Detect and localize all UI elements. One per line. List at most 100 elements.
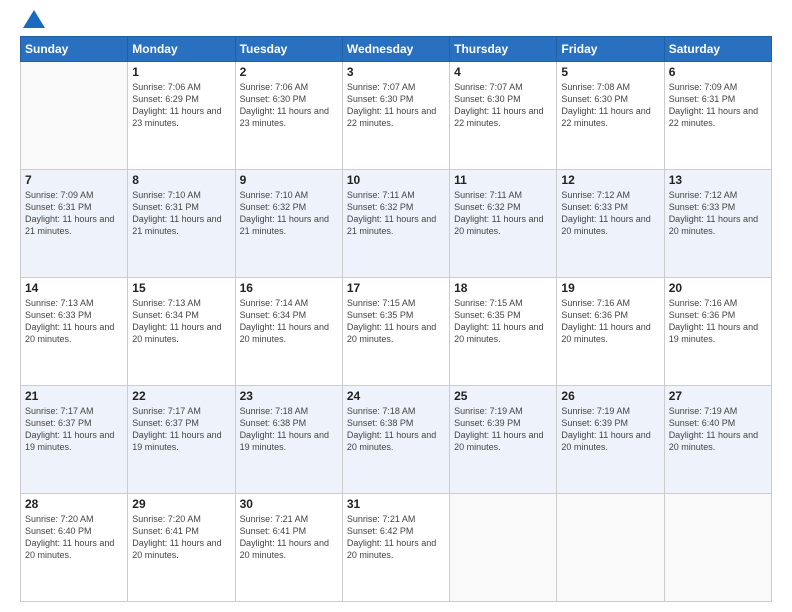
calendar-table: SundayMondayTuesdayWednesdayThursdayFrid… [20,36,772,602]
calendar-cell: 15 Sunrise: 7:13 AMSunset: 6:34 PMDayligh… [128,278,235,386]
day-of-week-header: Monday [128,37,235,62]
day-of-week-header: Friday [557,37,664,62]
day-info: Sunrise: 7:07 AMSunset: 6:30 PMDaylight:… [454,81,552,130]
day-number: 8 [132,173,230,187]
day-info: Sunrise: 7:09 AMSunset: 6:31 PMDaylight:… [669,81,767,130]
day-number: 20 [669,281,767,295]
calendar-cell: 5Sunrise: 7:08 AMSunset: 6:30 PMDaylight… [557,62,664,170]
day-info: Sunrise: 7:14 AMSunset: 6:34 PMDaylight:… [240,297,338,346]
calendar-header-row: SundayMondayTuesdayWednesdayThursdayFrid… [21,37,772,62]
calendar-cell [21,62,128,170]
day-number: 31 [347,497,445,511]
day-number: 21 [25,389,123,403]
day-info: Sunrise: 7:11 AMSunset: 6:32 PMDaylight:… [454,189,552,238]
calendar-cell: 22 Sunrise: 7:17 AMSunset: 6:37 PMDayligh… [128,386,235,494]
day-info: Sunrise: 7:12 AMSunset: 6:33 PMDaylight:… [561,189,659,238]
day-of-week-header: Tuesday [235,37,342,62]
day-number: 12 [561,173,659,187]
day-info: Sunrise: 7:08 AMSunset: 6:30 PMDaylight:… [561,81,659,130]
day-number: 19 [561,281,659,295]
day-number: 30 [240,497,338,511]
calendar-cell: 27 Sunrise: 7:19 AMSunset: 6:40 PMDayligh… [664,386,771,494]
day-number: 22 [132,389,230,403]
calendar-cell: 10 Sunrise: 7:11 AMSunset: 6:32 PMDayligh… [342,170,449,278]
calendar-cell: 1Sunrise: 7:06 AMSunset: 6:29 PMDaylight… [128,62,235,170]
day-info: Sunrise: 7:13 AMSunset: 6:33 PMDaylight:… [25,297,123,346]
day-info: Sunrise: 7:10 AMSunset: 6:31 PMDaylight:… [132,189,230,238]
calendar-cell: 14Sunrise: 7:13 AMSunset: 6:33 PMDayligh… [21,278,128,386]
calendar-cell: 20 Sunrise: 7:16 AMSunset: 6:36 PMDayligh… [664,278,771,386]
calendar-cell [664,494,771,602]
day-info: Sunrise: 7:20 AMSunset: 6:40 PMDaylight:… [25,513,123,562]
day-number: 9 [240,173,338,187]
day-info: Sunrise: 7:17 AMSunset: 6:37 PMDaylight:… [132,405,230,454]
day-number: 13 [669,173,767,187]
day-number: 29 [132,497,230,511]
calendar-cell: 13 Sunrise: 7:12 AMSunset: 6:33 PMDayligh… [664,170,771,278]
day-info: Sunrise: 7:21 AMSunset: 6:42 PMDaylight:… [347,513,445,562]
page: SundayMondayTuesdayWednesdayThursdayFrid… [0,0,792,612]
day-info: Sunrise: 7:19 AMSunset: 6:39 PMDaylight:… [454,405,552,454]
calendar-cell [450,494,557,602]
day-info: Sunrise: 7:21 AMSunset: 6:41 PMDaylight:… [240,513,338,562]
calendar-cell: 7 Sunrise: 7:09 AMSunset: 6:31 PMDaylight… [21,170,128,278]
day-info: Sunrise: 7:15 AMSunset: 6:35 PMDaylight:… [454,297,552,346]
calendar-cell: 19 Sunrise: 7:16 AMSunset: 6:36 PMDayligh… [557,278,664,386]
day-info: Sunrise: 7:19 AMSunset: 6:39 PMDaylight:… [561,405,659,454]
calendar-cell: 6 Sunrise: 7:09 AMSunset: 6:31 PMDaylight… [664,62,771,170]
day-info: Sunrise: 7:09 AMSunset: 6:31 PMDaylight:… [25,189,123,238]
day-info: Sunrise: 7:12 AMSunset: 6:33 PMDaylight:… [669,189,767,238]
calendar-week-row: 7 Sunrise: 7:09 AMSunset: 6:31 PMDaylight… [21,170,772,278]
day-number: 6 [669,65,767,79]
calendar-cell: 21 Sunrise: 7:17 AMSunset: 6:37 PMDayligh… [21,386,128,494]
calendar-cell: 28 Sunrise: 7:20 AMSunset: 6:40 PMDayligh… [21,494,128,602]
day-number: 1 [132,65,230,79]
day-of-week-header: Saturday [664,37,771,62]
calendar-week-row: 28 Sunrise: 7:20 AMSunset: 6:40 PMDayligh… [21,494,772,602]
calendar-cell: 12 Sunrise: 7:12 AMSunset: 6:33 PMDayligh… [557,170,664,278]
day-number: 3 [347,65,445,79]
calendar-cell: 4Sunrise: 7:07 AMSunset: 6:30 PMDaylight… [450,62,557,170]
day-info: Sunrise: 7:11 AMSunset: 6:32 PMDaylight:… [347,189,445,238]
day-info: Sunrise: 7:10 AMSunset: 6:32 PMDaylight:… [240,189,338,238]
logo [20,18,45,28]
day-info: Sunrise: 7:06 AMSunset: 6:30 PMDaylight:… [240,81,338,130]
day-of-week-header: Sunday [21,37,128,62]
day-info: Sunrise: 7:17 AMSunset: 6:37 PMDaylight:… [25,405,123,454]
calendar-cell: 29 Sunrise: 7:20 AMSunset: 6:41 PMDayligh… [128,494,235,602]
day-number: 24 [347,389,445,403]
calendar-cell: 26 Sunrise: 7:19 AMSunset: 6:39 PMDayligh… [557,386,664,494]
day-of-week-header: Wednesday [342,37,449,62]
day-info: Sunrise: 7:18 AMSunset: 6:38 PMDaylight:… [347,405,445,454]
day-number: 18 [454,281,552,295]
day-number: 15 [132,281,230,295]
calendar-cell: 3 Sunrise: 7:07 AMSunset: 6:30 PMDaylight… [342,62,449,170]
day-number: 2 [240,65,338,79]
calendar-cell: 9 Sunrise: 7:10 AMSunset: 6:32 PMDaylight… [235,170,342,278]
day-info: Sunrise: 7:07 AMSunset: 6:30 PMDaylight:… [347,81,445,130]
calendar-week-row: 21 Sunrise: 7:17 AMSunset: 6:37 PMDayligh… [21,386,772,494]
day-info: Sunrise: 7:16 AMSunset: 6:36 PMDaylight:… [669,297,767,346]
logo-icon [23,10,45,28]
calendar-cell: 18 Sunrise: 7:15 AMSunset: 6:35 PMDayligh… [450,278,557,386]
calendar-cell: 11 Sunrise: 7:11 AMSunset: 6:32 PMDayligh… [450,170,557,278]
day-info: Sunrise: 7:13 AMSunset: 6:34 PMDaylight:… [132,297,230,346]
day-info: Sunrise: 7:20 AMSunset: 6:41 PMDaylight:… [132,513,230,562]
day-number: 11 [454,173,552,187]
calendar-cell [557,494,664,602]
calendar-cell: 2 Sunrise: 7:06 AMSunset: 6:30 PMDaylight… [235,62,342,170]
day-number: 26 [561,389,659,403]
calendar-week-row: 1Sunrise: 7:06 AMSunset: 6:29 PMDaylight… [21,62,772,170]
day-info: Sunrise: 7:18 AMSunset: 6:38 PMDaylight:… [240,405,338,454]
day-number: 27 [669,389,767,403]
day-of-week-header: Thursday [450,37,557,62]
day-number: 17 [347,281,445,295]
day-number: 28 [25,497,123,511]
calendar-cell: 30 Sunrise: 7:21 AMSunset: 6:41 PMDayligh… [235,494,342,602]
calendar-cell: 31 Sunrise: 7:21 AMSunset: 6:42 PMDayligh… [342,494,449,602]
day-number: 10 [347,173,445,187]
day-info: Sunrise: 7:16 AMSunset: 6:36 PMDaylight:… [561,297,659,346]
day-number: 7 [25,173,123,187]
calendar-cell: 17Sunrise: 7:15 AMSunset: 6:35 PMDayligh… [342,278,449,386]
day-info: Sunrise: 7:19 AMSunset: 6:40 PMDaylight:… [669,405,767,454]
